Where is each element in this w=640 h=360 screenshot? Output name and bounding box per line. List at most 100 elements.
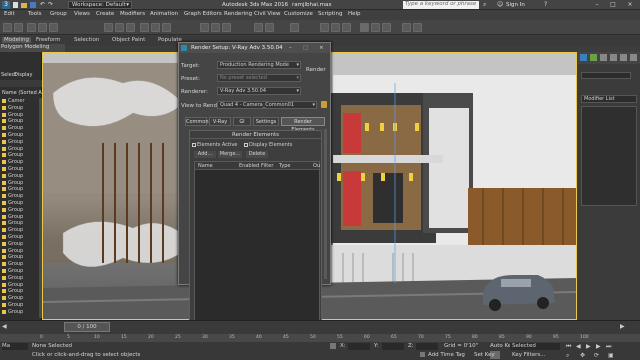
explorer-item[interactable]: Group <box>8 288 42 294</box>
modify-tab-icon[interactable] <box>590 54 597 61</box>
app-logo-icon[interactable]: 3 <box>2 1 10 9</box>
select-object-icon[interactable] <box>104 23 113 32</box>
zoom-icon[interactable]: ⌕ <box>566 352 569 360</box>
column-enabled[interactable]: Enabled <box>239 162 259 170</box>
menu-tools[interactable]: Tools <box>28 11 42 17</box>
close-window-button[interactable]: × <box>623 0 637 10</box>
material-editor-icon[interactable] <box>342 23 351 32</box>
new-file-icon[interactable] <box>13 2 18 8</box>
z-coord-field[interactable] <box>416 343 438 350</box>
menu-edit[interactable]: Edit <box>4 11 15 17</box>
modifier-stack[interactable] <box>581 106 637 206</box>
explorer-item[interactable]: Group <box>8 241 42 247</box>
explorer-column-header[interactable]: Name (Sorted Ascen <box>2 90 42 96</box>
add-time-tag-icon[interactable] <box>420 352 425 357</box>
explorer-item[interactable]: Group <box>8 268 42 274</box>
view-to-render-dropdown[interactable]: Quad 4 - Camera_Common01 ▾ <box>217 101 317 109</box>
menu-scripting[interactable]: Scripting <box>318 11 342 17</box>
link-icon[interactable] <box>27 23 36 32</box>
explorer-item[interactable]: Group <box>8 159 42 165</box>
tab-selection[interactable]: Selection <box>74 37 99 43</box>
mirror-icon[interactable] <box>254 23 263 32</box>
percent-snap-icon[interactable] <box>222 23 231 32</box>
search-input[interactable]: Type a keyword or phrase <box>403 1 479 9</box>
render-production-icon[interactable] <box>382 23 391 32</box>
menu-group[interactable]: Group <box>50 11 67 17</box>
motion-tab-icon[interactable] <box>610 54 617 61</box>
save-file-icon[interactable] <box>30 2 36 8</box>
menu-graph-editors[interactable]: Graph Editors <box>184 11 222 17</box>
explorer-item[interactable]: Group <box>8 261 42 267</box>
lock-view-icon[interactable] <box>321 101 327 108</box>
explorer-item[interactable]: Group <box>8 112 42 118</box>
maximize-viewport-icon[interactable]: ▣ <box>608 352 614 359</box>
polygon-modeling-label[interactable]: Polygon Modeling <box>0 44 65 52</box>
explorer-item[interactable]: Group <box>8 139 42 145</box>
prev-frame-icon[interactable]: ◀ <box>2 323 7 330</box>
explorer-item[interactable]: Group <box>8 302 42 308</box>
explorer-item[interactable]: Group <box>8 309 42 315</box>
elements-list[interactable]: Name Enabled Filter Type Ou <box>194 161 320 323</box>
tab-common[interactable]: Common <box>185 117 209 126</box>
menu-views[interactable]: Views <box>74 11 90 17</box>
tab-modeling[interactable]: Modeling <box>2 37 32 43</box>
selected-dropdown[interactable]: Selected <box>510 343 560 350</box>
menu-rendering[interactable]: Rendering <box>224 11 252 17</box>
explorer-item[interactable]: Camer <box>8 98 42 104</box>
column-output[interactable]: Ou <box>313 162 320 170</box>
align-icon[interactable] <box>265 23 274 32</box>
explorer-item[interactable]: Group <box>8 254 42 260</box>
dialog-title-bar[interactable]: Render Setup: V-Ray Adv 3.50.04 – □ × <box>179 43 330 53</box>
preset-dropdown[interactable]: No preset selected ▾ <box>217 74 301 82</box>
render-button[interactable]: Render <box>306 67 326 73</box>
select-rotate-icon[interactable] <box>151 23 160 32</box>
undo-toolbar-icon[interactable] <box>3 23 12 32</box>
explorer-item[interactable]: Group <box>8 227 42 233</box>
bind-space-warp-icon[interactable] <box>49 23 58 32</box>
explorer-item[interactable]: Group <box>8 295 42 301</box>
lock-selection-icon[interactable] <box>330 343 336 349</box>
explorer-item[interactable]: Group <box>8 214 42 220</box>
explorer-item[interactable]: Group <box>8 248 42 254</box>
orbit-icon[interactable]: ⟳ <box>594 352 599 359</box>
render-setup-icon[interactable] <box>360 23 369 32</box>
explorer-item[interactable]: Group <box>8 220 42 226</box>
tab-vray[interactable]: V-Ray <box>209 117 231 126</box>
explorer-item[interactable]: Group <box>8 118 42 124</box>
hierarchy-tab-icon[interactable] <box>600 54 607 61</box>
explorer-item[interactable]: Group <box>8 180 42 186</box>
explorer-item[interactable]: Group <box>8 193 42 199</box>
schematic-view-icon[interactable] <box>331 23 340 32</box>
menu-animation[interactable]: Animation <box>150 11 178 17</box>
pan-icon[interactable]: ✥ <box>580 352 585 359</box>
explorer-item[interactable]: Group <box>8 146 42 152</box>
y-coord-field[interactable] <box>382 343 404 350</box>
next-frame-icon[interactable]: ▶ <box>620 323 625 330</box>
vray-frame-buffer-icon[interactable] <box>413 23 422 32</box>
maxscript-listener[interactable]: Ma <box>2 343 28 350</box>
menu-customize[interactable]: Customize <box>284 11 313 17</box>
explorer-item[interactable]: Group <box>8 105 42 111</box>
track-bar[interactable]: 0 5 10 15 20 25 30 35 40 45 50 55 60 65 70 75 80 85 90 95 10… <box>0 334 640 342</box>
merge-button[interactable]: Merge... <box>218 151 242 158</box>
menu-modifiers[interactable]: Modifiers <box>120 11 145 17</box>
add-time-tag-button[interactable]: Add Time Tag <box>428 352 465 358</box>
create-tab-icon[interactable] <box>580 54 587 61</box>
go-to-start-icon[interactable]: ⏮ <box>566 343 571 351</box>
tab-gi[interactable]: GI <box>233 117 251 126</box>
maximize-window-button[interactable]: □ <box>606 0 620 10</box>
sign-in-link[interactable]: Sign In <box>506 2 525 8</box>
explorer-item[interactable]: Group <box>8 132 42 138</box>
dialog-scrollbar[interactable] <box>324 129 327 279</box>
open-file-icon[interactable] <box>21 3 27 8</box>
select-scale-icon[interactable] <box>162 23 171 32</box>
set-key-button[interactable]: Set Key <box>474 352 495 358</box>
help-icon[interactable]: ? <box>544 1 547 8</box>
explorer-item[interactable]: Group <box>8 275 42 281</box>
object-name-field[interactable] <box>581 72 631 79</box>
select-region-icon[interactable] <box>126 23 135 32</box>
column-filter[interactable]: Filter <box>261 162 273 170</box>
curve-editor-icon[interactable] <box>320 23 329 32</box>
explorer-item[interactable]: Group <box>8 282 42 288</box>
add-element-button[interactable]: Add... <box>194 151 216 158</box>
